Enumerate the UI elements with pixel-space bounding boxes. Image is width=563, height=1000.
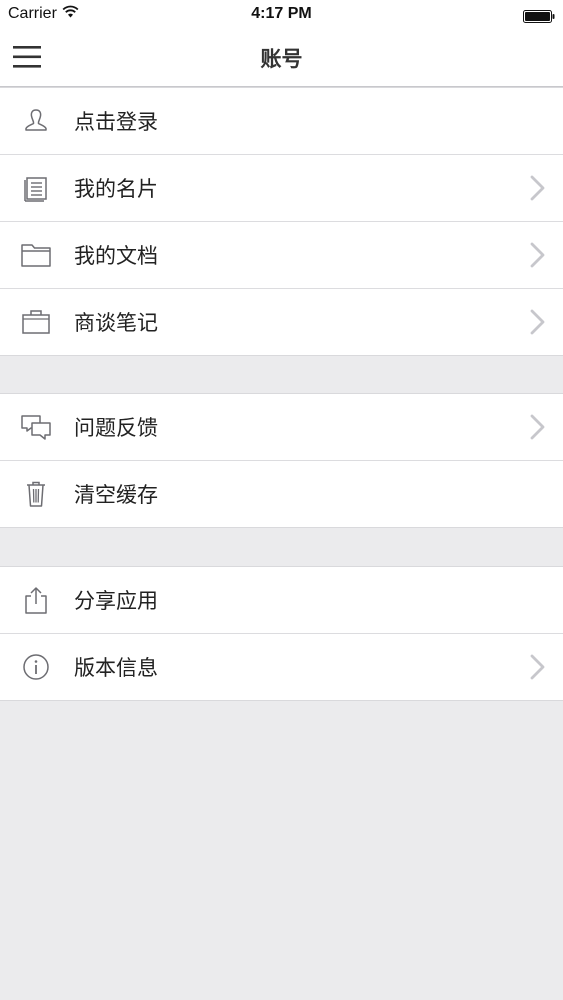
chevron-right-icon [527, 172, 547, 204]
status-bar: Carrier 4:17 PM [0, 0, 563, 30]
list-item-label: 清空缓存 [74, 483, 158, 507]
chevron-right-icon [527, 239, 547, 271]
list-item-login[interactable]: 点击登录 [0, 88, 563, 155]
settings-group-account: 点击登录 我的名片 我的文档 商谈笔记 [0, 87, 563, 356]
settings-group-support: 问题反馈 清空缓存 [0, 393, 563, 528]
list-item-share-app[interactable]: 分享应用 [0, 567, 563, 634]
page-title: 账号 [260, 47, 303, 71]
list-item-clear-cache[interactable]: 清空缓存 [0, 461, 563, 527]
user-icon [20, 105, 52, 137]
chevron-right-icon [527, 411, 547, 443]
settings-group-about: 分享应用 版本信息 [0, 566, 563, 701]
trash-icon [20, 478, 52, 510]
list-item-version-info[interactable]: 版本信息 [0, 634, 563, 700]
list-item-label: 点击登录 [74, 110, 158, 134]
list-item-my-documents[interactable]: 我的文档 [0, 222, 563, 289]
list-item-label: 版本信息 [74, 656, 158, 680]
navigation-bar: 账号 [0, 30, 563, 86]
list-item-label: 问题反馈 [74, 416, 158, 440]
battery-icon [523, 8, 555, 23]
list-item-my-card[interactable]: 我的名片 [0, 155, 563, 222]
chat-bubbles-icon [20, 411, 52, 443]
chevron-right-icon [527, 651, 547, 683]
list-item-feedback[interactable]: 问题反馈 [0, 394, 563, 461]
card-icon [20, 172, 52, 204]
list-item-label: 分享应用 [74, 589, 158, 613]
status-time: 4:17 PM [251, 5, 312, 22]
share-icon [20, 584, 52, 616]
header: Carrier 4:17 PM 账号 [0, 0, 563, 87]
list-item-label: 我的文档 [74, 244, 158, 268]
list-item-label: 我的名片 [74, 177, 158, 201]
briefcase-icon [20, 306, 52, 338]
folder-icon [20, 239, 52, 271]
chevron-right-icon [527, 306, 547, 338]
list-item-business-notes[interactable]: 商谈笔记 [0, 289, 563, 355]
list-item-label: 商谈笔记 [74, 311, 158, 335]
app-screen: Carrier 4:17 PM 账号 点击登录 我的名片 我的文档 商谈笔记 问… [0, 0, 563, 1000]
info-icon [20, 651, 52, 683]
